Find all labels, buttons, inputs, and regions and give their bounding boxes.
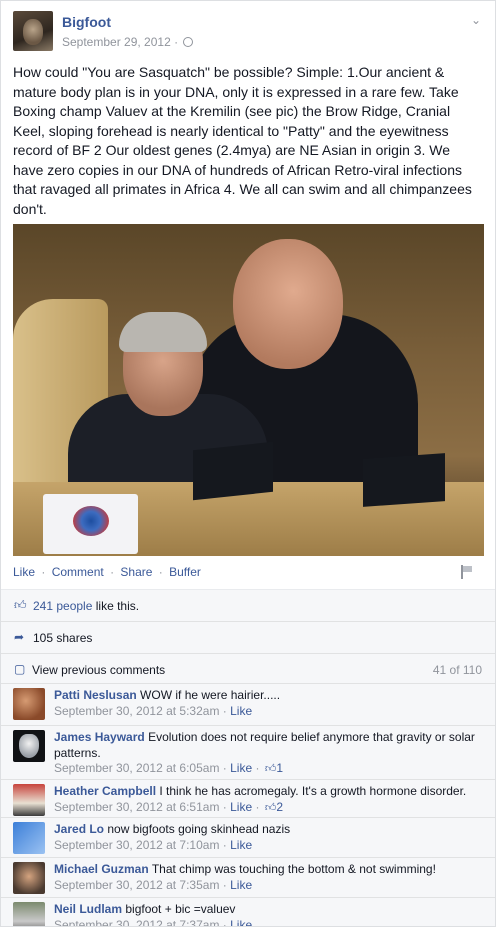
view-previous-comments-link[interactable]: View previous comments xyxy=(32,663,165,677)
comment-item: Heather Campbell I think he has acromega… xyxy=(1,779,495,817)
comment-likes-count[interactable]: 1 xyxy=(276,761,283,775)
comment-time[interactable]: September 30, 2012 at 6:51am xyxy=(54,800,219,814)
comment-item: Michael Guzman That chimp was touching t… xyxy=(1,857,495,897)
comment-body: Heather Campbell I think he has acromega… xyxy=(54,784,486,816)
comment-bubble-icon: ▢ xyxy=(14,662,26,676)
post-card: Bigfoot September 29, 2012 · ⌄ How could… xyxy=(0,0,496,927)
comment-body: Neil Ludlam bigfoot + bic =valuev Septem… xyxy=(54,902,486,927)
thumbs-up-icon: 👍︎ xyxy=(264,801,277,814)
action-separator: · xyxy=(110,565,115,579)
flag-icon[interactable] xyxy=(459,565,473,579)
comment-meta: September 30, 2012 at 7:37am · Like xyxy=(54,918,486,927)
post-date[interactable]: September 29, 2012 xyxy=(62,35,171,49)
comment-item: James Hayward Evolution does not require… xyxy=(1,725,495,779)
commenter-name[interactable]: Heather Campbell xyxy=(54,784,156,798)
thumbs-up-icon: 👍︎ xyxy=(264,763,277,775)
comment-likes-count[interactable]: 2 xyxy=(276,800,283,814)
comment-body: Michael Guzman That chimp was touching t… xyxy=(54,862,486,893)
shares-summary: ➦ 105 shares xyxy=(1,621,495,653)
comment-body: Patti Neslusan WOW if he were hairier...… xyxy=(54,688,486,719)
commenter-avatar[interactable] xyxy=(13,902,45,926)
action-separator: · xyxy=(158,565,163,579)
share-link[interactable]: Share xyxy=(120,565,152,579)
share-arrow-icon: ➦ xyxy=(14,630,25,644)
comment-time[interactable]: September 30, 2012 at 7:35am xyxy=(54,878,219,892)
comments-list: Patti Neslusan WOW if he were hairier...… xyxy=(1,683,495,927)
likes-count-link[interactable]: 241 people xyxy=(33,599,92,613)
comment-link[interactable]: Comment xyxy=(52,565,104,579)
commenter-name[interactable]: Patti Neslusan xyxy=(54,688,137,702)
comment-text: WOW if he were hairier..... xyxy=(140,688,281,702)
comment-text: I think he has acromegaly. It's a growth… xyxy=(159,784,467,798)
post-photo[interactable] xyxy=(13,224,484,556)
nameplate-logo xyxy=(73,506,109,536)
buffer-link[interactable]: Buffer xyxy=(169,565,201,579)
comment-meta: September 30, 2012 at 6:05am · Like · 👍︎… xyxy=(54,761,486,778)
comment-time[interactable]: September 30, 2012 at 5:32am xyxy=(54,704,219,718)
commenter-avatar[interactable] xyxy=(13,784,45,816)
avatar-face xyxy=(23,19,43,45)
photo-person-right-head xyxy=(233,239,343,369)
comment-item: Neil Ludlam bigfoot + bic =valuev Septem… xyxy=(1,897,495,927)
post-meta: September 29, 2012 · xyxy=(62,35,194,49)
comment-body: James Hayward Evolution does not require… xyxy=(54,730,486,778)
chevron-down-icon[interactable]: ⌄ xyxy=(469,13,483,27)
comment-time[interactable]: September 30, 2012 at 6:05am xyxy=(54,761,219,775)
comment-body: Jared Lo now bigfoots going skinhead naz… xyxy=(54,822,486,853)
meta-separator: · xyxy=(174,35,179,49)
post-text: How could "You are Sasquatch" be possibl… xyxy=(13,64,472,217)
thumbs-up-icon: 👍︎ xyxy=(14,598,27,612)
comment-item: Patti Neslusan WOW if he were hairier...… xyxy=(1,683,495,725)
like-link[interactable]: Like xyxy=(13,565,35,579)
comments-counter: 41 of 110 xyxy=(432,663,482,677)
comment-like-link[interactable]: Like xyxy=(230,704,252,718)
commenter-name[interactable]: Michael Guzman xyxy=(54,862,149,876)
comment-like-link[interactable]: Like xyxy=(230,761,252,775)
globe-icon[interactable] xyxy=(183,37,194,47)
photo-monitor-left xyxy=(193,441,273,501)
photo-person-left-hair xyxy=(119,312,207,352)
post-actions: Like · Comment · Share · Buffer xyxy=(13,565,201,579)
photo-nameplate xyxy=(43,494,138,554)
shares-link[interactable]: 105 shares xyxy=(33,631,92,645)
comment-like-link[interactable]: Like xyxy=(230,918,252,927)
post-author[interactable]: Bigfoot xyxy=(62,14,111,30)
commenter-name[interactable]: Jared Lo xyxy=(54,822,104,836)
likes-summary: 👍︎ 241 people like this. xyxy=(1,589,495,621)
action-separator: · xyxy=(41,565,46,579)
comment-meta: September 30, 2012 at 6:51am · Like · 👍︎… xyxy=(54,800,486,817)
comment-item: Jared Lo now bigfoots going skinhead naz… xyxy=(1,817,495,857)
commenter-avatar[interactable] xyxy=(13,730,45,762)
likes-suffix: like this. xyxy=(95,599,140,613)
commenter-name[interactable]: Neil Ludlam xyxy=(54,902,122,916)
comment-time[interactable]: September 30, 2012 at 7:10am xyxy=(54,838,219,852)
commenter-avatar[interactable] xyxy=(13,688,45,720)
view-previous-comments-row: ▢ View previous comments 41 of 110 xyxy=(1,653,495,683)
comment-time[interactable]: September 30, 2012 at 7:37am xyxy=(54,918,219,927)
likes-text: 241 people like this. xyxy=(33,599,139,613)
photo-monitor-right xyxy=(363,453,445,507)
comment-like-link[interactable]: Like xyxy=(230,800,252,814)
commenter-name[interactable]: James Hayward xyxy=(54,730,145,744)
comment-like-link[interactable]: Like xyxy=(230,838,252,852)
comment-meta: September 30, 2012 at 7:10am · Like xyxy=(54,837,253,852)
commenter-avatar[interactable] xyxy=(13,822,45,854)
comment-text: bigfoot + bic =valuev xyxy=(125,902,236,916)
comment-like-link[interactable]: Like xyxy=(230,878,252,892)
page-avatar[interactable] xyxy=(13,11,53,51)
commenter-avatar[interactable] xyxy=(13,862,45,894)
comment-text: That chimp was touching the bottom & not… xyxy=(151,862,436,876)
comment-meta: September 30, 2012 at 5:32am · Like xyxy=(54,703,253,718)
comment-meta: September 30, 2012 at 7:35am · Like xyxy=(54,877,253,892)
post-header: Bigfoot September 29, 2012 · ⌄ xyxy=(13,11,483,53)
comment-text: now bigfoots going skinhead nazis xyxy=(107,822,291,836)
